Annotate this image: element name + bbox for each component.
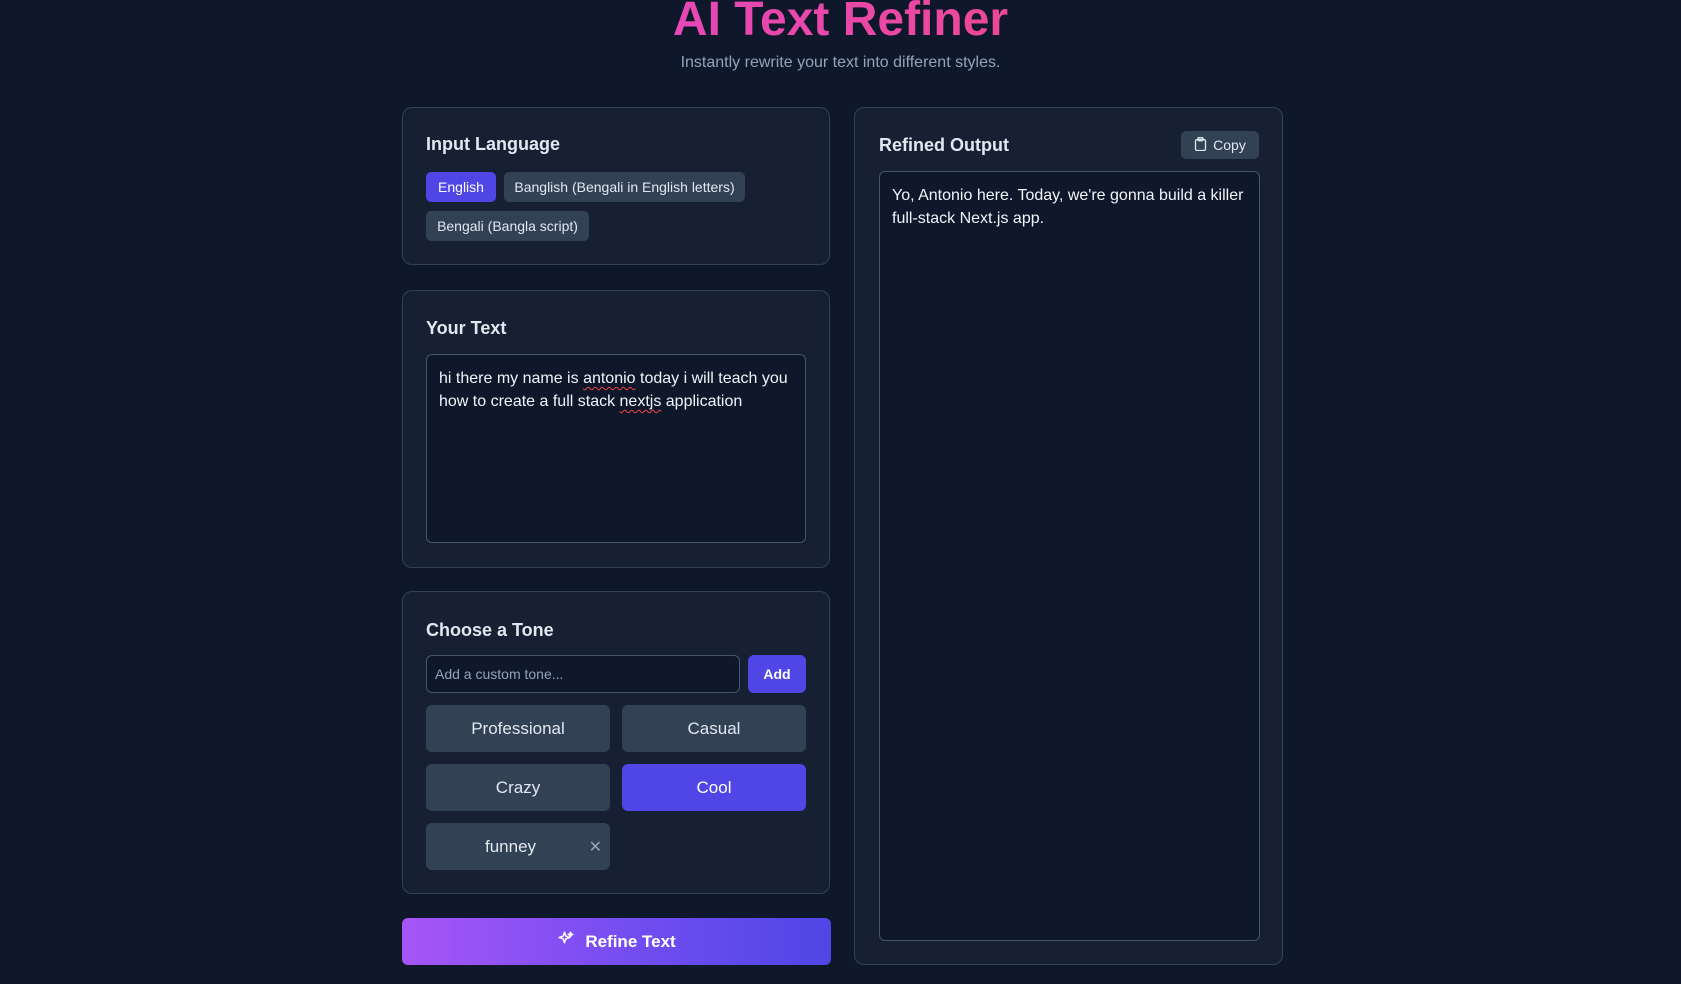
page-title: AI Text Refiner [0,0,1681,50]
refined-output-text: Yo, Antonio here. Today, we're gonna bui… [879,171,1260,941]
refine-text-label: Refine Text [585,931,676,951]
tone-title: Choose a Tone [426,620,554,640]
misspelled-word: nextjs [619,393,662,410]
your-text-card: Your Text hi there my name is antonio to… [402,290,830,568]
tone-cool-button[interactable]: Cool [622,764,806,811]
sparkles-icon [557,930,575,953]
tone-custom-funney-button[interactable]: funney ✕ [426,823,610,870]
text-input-part: hi there my name is [439,370,584,387]
language-option-english[interactable]: English [426,172,496,202]
language-option-banglish[interactable]: Banglish (Bengali in English letters) [504,172,745,202]
page-subtitle: Instantly rewrite your text into differe… [680,54,1001,71]
refined-output-card: Refined Output Copy Yo, Antonio here. To… [854,107,1283,965]
text-input[interactable]: hi there my name is antonio today i will… [426,354,806,543]
tone-custom-label: funney [485,836,537,856]
input-language-title: Input Language [426,134,560,154]
input-language-card: Input Language English Banglish (Bengali… [402,107,830,265]
text-input-part: application [661,393,743,410]
your-text-title: Your Text [426,318,507,338]
tone-professional-button[interactable]: Professional [426,705,610,752]
tone-casual-button[interactable]: Casual [622,705,806,752]
misspelled-word: antonio [583,370,636,387]
close-icon[interactable]: ✕ [589,837,602,857]
custom-tone-input[interactable]: Add a custom tone... [426,655,740,693]
custom-tone-placeholder: Add a custom tone... [435,666,564,682]
tone-crazy-button[interactable]: Crazy [426,764,610,811]
clipboard-icon [1194,136,1207,154]
refine-text-button[interactable]: Refine Text [402,918,831,965]
language-option-bengali[interactable]: Bengali (Bangla script) [426,211,589,241]
copy-label: Copy [1213,137,1246,153]
tone-card: Choose a Tone Add a custom tone... Add P… [402,591,830,894]
add-tone-button[interactable]: Add [748,655,806,693]
refined-output-title: Refined Output [879,135,1009,155]
copy-button[interactable]: Copy [1181,131,1259,159]
